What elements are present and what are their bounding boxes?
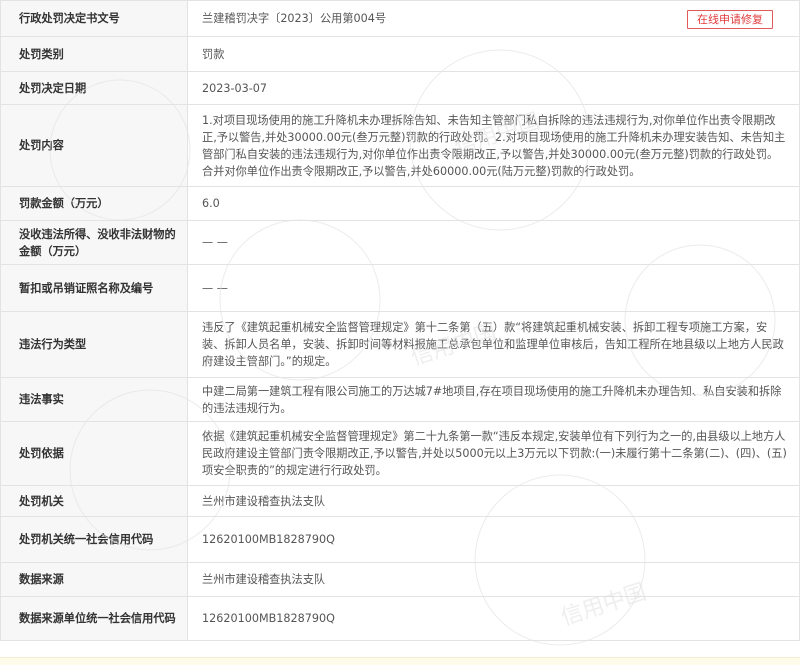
row-decision-number: 行政处罚决定书文号 兰建稽罚决字〔2023〕公用第004号 在线申请修复 — [0, 0, 800, 37]
row-penalty-basis: 处罚依据 依据《建筑起重机械安全监督管理规定》第二十九条第一款“违反本规定,安装… — [0, 421, 800, 486]
row-data-source: 数据来源 兰州市建设稽查执法支队 — [0, 562, 800, 597]
row-label: 处罚类别 — [0, 36, 188, 72]
row-label: 处罚机关统一社会信用代码 — [0, 516, 188, 563]
row-value: 12620100MB1828790Q — [187, 596, 800, 641]
row-label: 暂扣或吊销证照名称及编号 — [0, 264, 188, 312]
row-value: — — — [187, 264, 800, 312]
row-fine-amount: 罚款金额（万元） 6.0 — [0, 186, 800, 221]
row-violation-facts: 违法事实 中建二局第一建筑工程有限公司施工的万达城7#地项目,存在项目现场使用的… — [0, 377, 800, 422]
row-label: 处罚内容 — [0, 104, 188, 187]
row-label: 罚款金额（万元） — [0, 186, 188, 221]
row-value: 兰州市建设稽查执法支队 — [187, 485, 800, 517]
row-penalty-authority: 处罚机关 兰州市建设稽查执法支队 — [0, 485, 800, 517]
row-decision-date: 处罚决定日期 2023-03-07 — [0, 71, 800, 105]
row-value: 2023-03-07 — [187, 71, 800, 105]
row-value-cell: 兰建稽罚决字〔2023〕公用第004号 在线申请修复 — [187, 0, 800, 37]
row-value: — — — [187, 220, 800, 265]
row-value: 罚款 — [187, 36, 800, 72]
row-label: 数据来源 — [0, 562, 188, 597]
row-label: 处罚机关 — [0, 485, 188, 517]
row-label: 数据来源单位统一社会信用代码 — [0, 596, 188, 641]
row-value: 违反了《建筑起重机械安全监督管理规定》第十二条第（五）款“将建筑起重机械安装、拆… — [187, 311, 800, 378]
row-label: 处罚依据 — [0, 421, 188, 486]
row-label: 行政处罚决定书文号 — [0, 0, 188, 37]
row-source-credit-code: 数据来源单位统一社会信用代码 12620100MB1828790Q — [0, 596, 800, 641]
row-label: 违法行为类型 — [0, 311, 188, 378]
row-value: 12620100MB1828790Q — [187, 516, 800, 563]
row-label: 违法事实 — [0, 377, 188, 422]
row-penalty-category: 处罚类别 罚款 — [0, 36, 800, 72]
row-value: 依据《建筑起重机械安全监督管理规定》第二十九条第一款“违反本规定,安装单位有下列… — [187, 421, 800, 486]
row-label: 没收违法所得、没收非法财物的金额（万元） — [0, 220, 188, 265]
row-confiscation-amount: 没收违法所得、没收非法财物的金额（万元） — — — [0, 220, 800, 265]
row-value: 6.0 — [187, 186, 800, 221]
row-penalty-content: 处罚内容 1.对项目现场使用的施工升降机未办理拆除告知、未告知主管部门私自拆除的… — [0, 104, 800, 187]
penalty-info-table: 行政处罚决定书文号 兰建稽罚决字〔2023〕公用第004号 在线申请修复 处罚类… — [0, 0, 800, 641]
row-label: 处罚决定日期 — [0, 71, 188, 105]
row-value: 1.对项目现场使用的施工升降机未办理拆除告知、未告知主管部门私自拆除的违法违规行… — [187, 104, 800, 187]
online-repair-button[interactable]: 在线申请修复 — [687, 10, 773, 29]
row-violation-type: 违法行为类型 违反了《建筑起重机械安全监督管理规定》第十二条第（五）款“将建筑起… — [0, 311, 800, 378]
row-authority-credit-code: 处罚机关统一社会信用代码 12620100MB1828790Q — [0, 516, 800, 563]
row-value: 兰州市建设稽查执法支队 — [187, 562, 800, 597]
row-value: 兰建稽罚决字〔2023〕公用第004号 — [202, 12, 387, 25]
row-value: 中建二局第一建筑工程有限公司施工的万达城7#地项目,存在项目现场使用的施工升降机… — [187, 377, 800, 422]
row-license-revocation: 暂扣或吊销证照名称及编号 — — — [0, 264, 800, 312]
